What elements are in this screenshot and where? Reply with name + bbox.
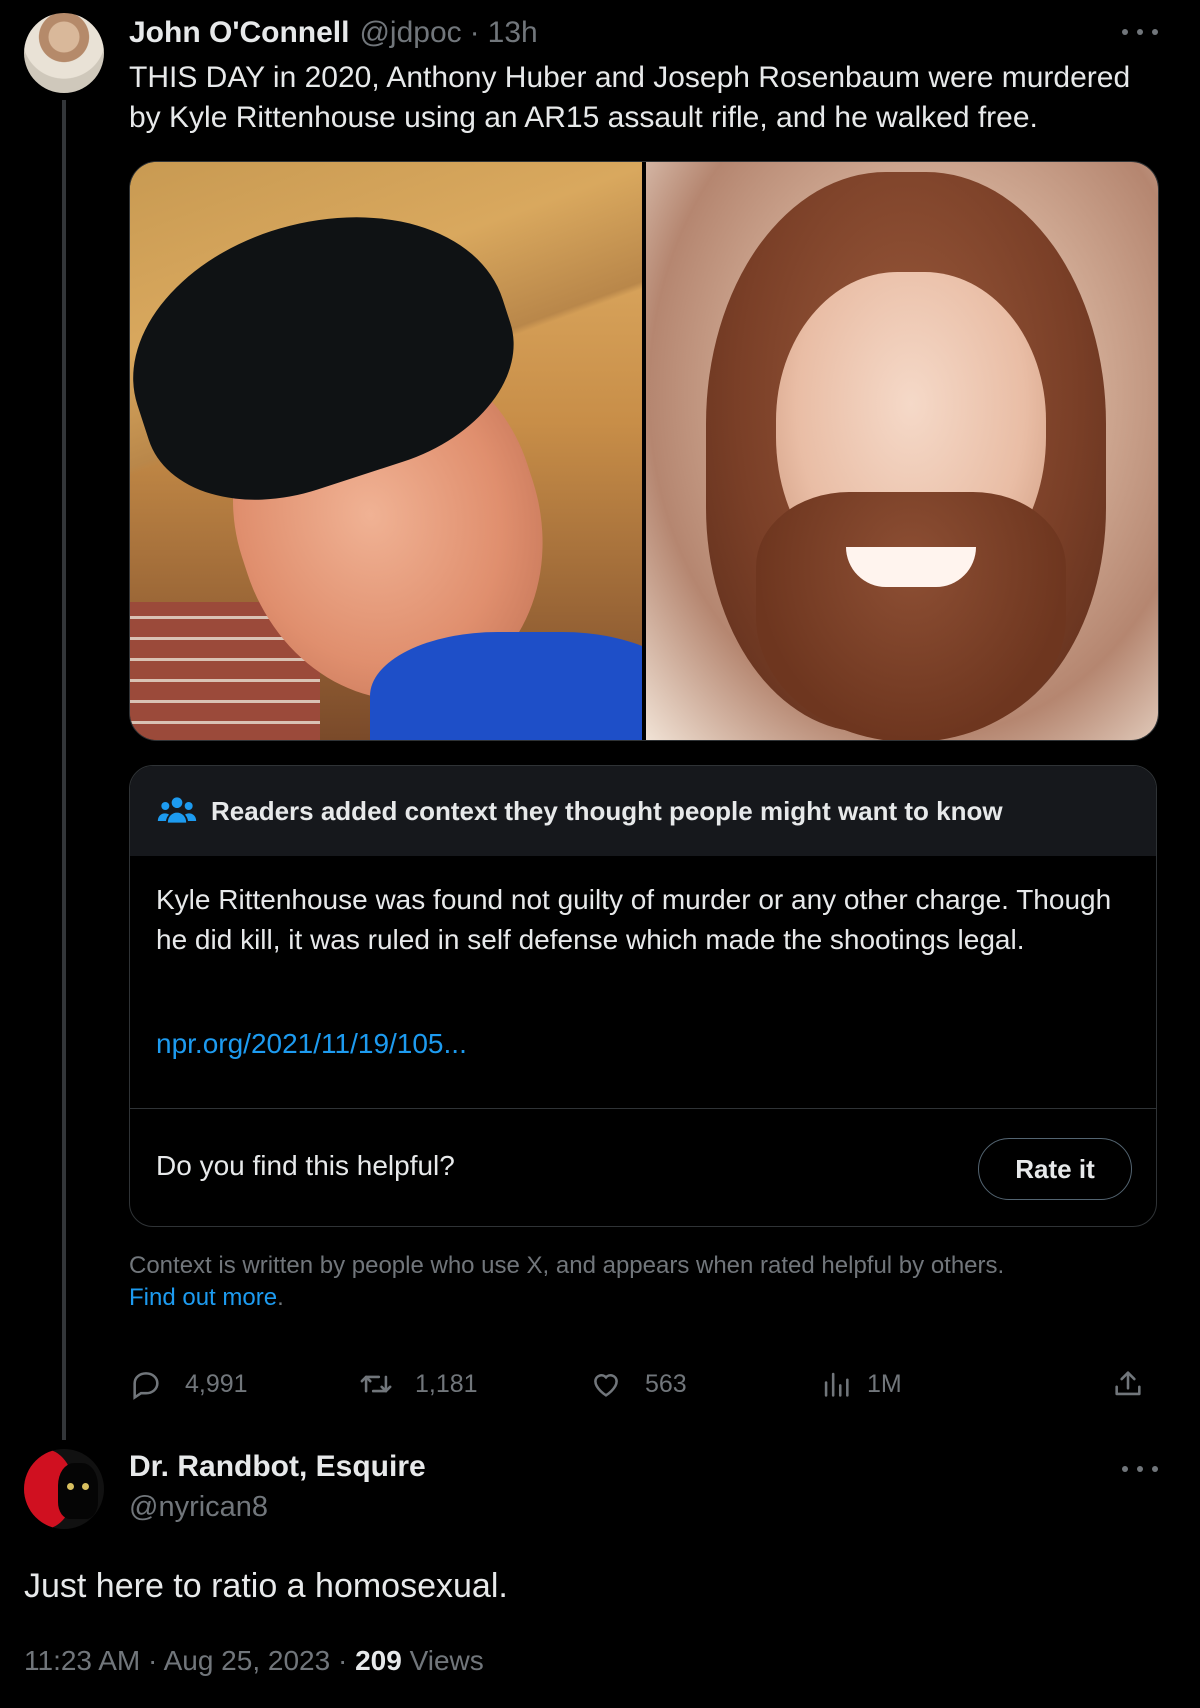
tweet-text: THIS DAY in 2020, Anthony Huber and Jose… — [129, 61, 1131, 134]
tweet-action-bar: 4,991 1,181 563 1M — [129, 1364, 1159, 1404]
community-note: Readers added context they thought peopl… — [129, 765, 1157, 1227]
like-count: 563 — [645, 1369, 687, 1398]
tweet-time[interactable]: 11:23 AM — [24, 1645, 140, 1676]
analytics-icon — [824, 1372, 849, 1397]
helpful-question: Do you find this helpful? — [156, 1150, 455, 1181]
community-note-source-link[interactable]: npr.org/2021/11/19/105... — [156, 1028, 467, 1060]
media-photo-left[interactable] — [130, 162, 642, 740]
divider — [130, 1108, 1156, 1109]
author-handle[interactable]: @jdpoc — [359, 16, 461, 50]
repost-button[interactable]: 1,181 — [359, 1364, 478, 1404]
avatar[interactable] — [24, 1449, 104, 1529]
community-note-header: Readers added context they thought peopl… — [130, 766, 1156, 856]
tweet-date[interactable]: Aug 25, 2023 — [164, 1645, 331, 1676]
reply-text: Just here to ratio a homosexual. — [24, 1567, 508, 1605]
view-count: 1M — [867, 1369, 902, 1398]
tweet-meta: 11:23 AM · Aug 25, 2023 · 209 Views — [24, 1645, 484, 1677]
more-options-icon[interactable] — [1122, 1464, 1158, 1474]
tweet-author-row: John O'Connell @jdpoc · 13h — [129, 14, 538, 52]
views-button[interactable]: 1M — [819, 1364, 902, 1404]
media-photo-right[interactable] — [646, 162, 1158, 740]
disclaimer-period: . — [277, 1284, 284, 1311]
community-note-title: Readers added context they thought peopl… — [211, 795, 1003, 826]
tweet-media-grid — [129, 161, 1159, 741]
separator-dot: · — [469, 16, 480, 49]
separator-dot: · — [337, 1645, 348, 1676]
share-icon — [1115, 1371, 1141, 1396]
share-button[interactable] — [1111, 1364, 1145, 1404]
reply-author-handle[interactable]: @nyrican8 — [129, 1491, 268, 1524]
reply-author-display-name[interactable]: Dr. Randbot, Esquire — [129, 1450, 426, 1484]
community-note-body: Kyle Rittenhouse was found not guilty of… — [156, 884, 1112, 955]
rate-it-button[interactable]: Rate it — [978, 1138, 1132, 1200]
author-display-name[interactable]: John O'Connell — [129, 16, 349, 50]
context-disclaimer: Context is written by people who use X, … — [129, 1250, 1159, 1314]
like-button[interactable]: 563 — [589, 1364, 687, 1404]
context-disclaimer-text: Context is written by people who use X, … — [129, 1252, 1005, 1279]
reply-button[interactable]: 4,991 — [129, 1364, 248, 1404]
separator-dot: · — [148, 1645, 158, 1676]
repost-count: 1,181 — [415, 1369, 478, 1398]
people-icon — [157, 797, 197, 823]
thread-connector-line — [62, 100, 66, 1440]
reply-count: 4,991 — [185, 1369, 248, 1398]
heart-icon — [594, 1374, 618, 1397]
avatar[interactable] — [24, 13, 104, 93]
tweet-timestamp[interactable]: 13h — [488, 16, 538, 50]
find-out-more-link[interactable]: Find out more — [129, 1284, 277, 1311]
views-count: 209 — [355, 1645, 402, 1676]
repost-icon — [360, 1375, 392, 1393]
views-label: Views — [409, 1645, 484, 1676]
reply-icon — [133, 1372, 159, 1400]
more-options-icon[interactable] — [1122, 27, 1158, 37]
